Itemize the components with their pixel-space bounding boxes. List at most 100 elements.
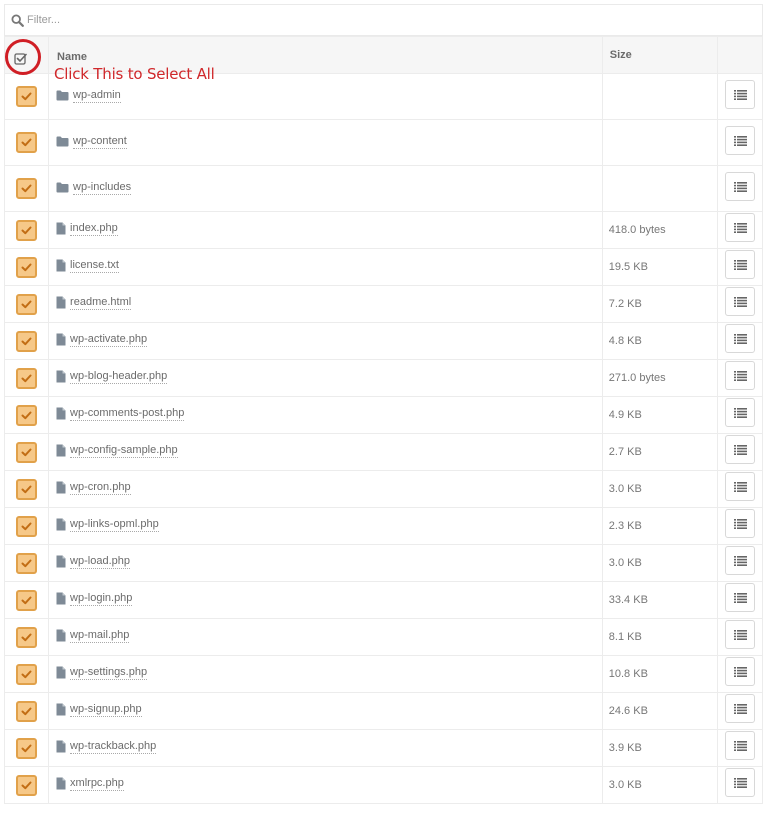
- row-actions-button[interactable]: [724, 657, 755, 686]
- file-icon: [56, 592, 66, 605]
- table-row[interactable]: wp-signup.php 24.6 KB: [3, 692, 764, 730]
- list-icon: [733, 704, 747, 714]
- file-link[interactable]: license.txt: [70, 259, 119, 273]
- row-checkbox[interactable]: [16, 219, 38, 241]
- actions-cell: [716, 73, 764, 120]
- row-checkbox[interactable]: [16, 515, 38, 537]
- row-actions-button[interactable]: [724, 509, 755, 538]
- name-cell: wp-mail.php: [48, 618, 603, 656]
- table-row[interactable]: index.php 418.0 bytes: [3, 211, 764, 249]
- row-actions-button[interactable]: [724, 324, 755, 353]
- row-checkbox[interactable]: [16, 774, 38, 796]
- row-checkbox[interactable]: [16, 589, 38, 611]
- file-link[interactable]: wp-comments-post.php: [70, 407, 185, 421]
- file-icon: [56, 777, 66, 790]
- row-actions-button[interactable]: [724, 694, 755, 723]
- file-link[interactable]: wp-signup.php: [70, 703, 142, 717]
- file-link[interactable]: index.php: [70, 222, 118, 236]
- row-actions-button[interactable]: [724, 213, 755, 242]
- table-row[interactable]: wp-content: [3, 119, 764, 166]
- table-row[interactable]: wp-config-sample.php 2.7 KB: [3, 433, 764, 471]
- file-link[interactable]: wp-login.php: [70, 592, 133, 606]
- row-checkbox[interactable]: [16, 86, 38, 107]
- row-checkbox[interactable]: [16, 700, 38, 722]
- row-actions-button[interactable]: [724, 620, 755, 649]
- row-actions-button[interactable]: [724, 125, 755, 155]
- file-link[interactable]: wp-links-opml.php: [70, 518, 159, 532]
- file-link[interactable]: xmlrpc.php: [70, 777, 124, 791]
- table-row[interactable]: wp-activate.php 4.8 KB: [3, 322, 764, 360]
- row-checkbox[interactable]: [16, 552, 38, 574]
- name-cell: wp-cron.php: [48, 470, 603, 508]
- row-checkbox[interactable]: [16, 367, 38, 389]
- actions-cell: [716, 544, 764, 582]
- actions-cell: [716, 692, 764, 730]
- file-link[interactable]: wp-mail.php: [70, 629, 130, 643]
- table-row[interactable]: wp-comments-post.php 4.9 KB: [3, 396, 764, 434]
- table-row[interactable]: wp-login.php 33.4 KB: [3, 581, 764, 619]
- table-row[interactable]: wp-cron.php 3.0 KB: [3, 470, 764, 508]
- row-checkbox[interactable]: [16, 178, 38, 199]
- row-actions-button[interactable]: [724, 583, 755, 612]
- file-link[interactable]: wp-activate.php: [70, 333, 148, 347]
- list-icon: [733, 223, 747, 233]
- row-actions-button[interactable]: [724, 250, 755, 279]
- file-link[interactable]: wp-trackback.php: [70, 740, 157, 754]
- size-cell: 10.8 KB: [601, 655, 718, 693]
- table-row[interactable]: wp-trackback.php 3.9 KB: [3, 729, 764, 767]
- file-link[interactable]: wp-load.php: [70, 555, 130, 569]
- row-checkbox[interactable]: [16, 404, 38, 426]
- filter-input[interactable]: [27, 14, 727, 26]
- row-actions-button[interactable]: [724, 361, 755, 390]
- row-actions-button[interactable]: [724, 435, 755, 464]
- row-actions-button[interactable]: [724, 768, 755, 797]
- row-actions-button[interactable]: [724, 171, 755, 201]
- name-cell: wp-links-opml.php: [48, 507, 603, 545]
- table-row[interactable]: wp-load.php 3.0 KB: [3, 544, 764, 582]
- table-row[interactable]: xmlrpc.php 3.0 KB: [3, 766, 764, 804]
- size-cell: [601, 119, 718, 166]
- check-square-icon: [14, 53, 27, 65]
- folder-link[interactable]: wp-content: [73, 135, 127, 149]
- folder-link[interactable]: wp-admin: [73, 89, 121, 103]
- folder-link[interactable]: wp-includes: [73, 181, 132, 195]
- row-checkbox[interactable]: [16, 663, 38, 685]
- table-row[interactable]: wp-blog-header.php 271.0 bytes: [3, 359, 764, 397]
- row-actions-button[interactable]: [724, 731, 755, 760]
- row-checkbox[interactable]: [16, 256, 38, 278]
- row-checkbox[interactable]: [16, 626, 38, 648]
- file-link[interactable]: wp-cron.php: [70, 481, 131, 495]
- row-checkbox[interactable]: [16, 478, 38, 500]
- size-cell: 2.7 KB: [601, 433, 718, 471]
- row-checkbox[interactable]: [16, 441, 38, 463]
- name-cell: readme.html: [48, 285, 603, 323]
- row-checkbox[interactable]: [16, 737, 38, 759]
- row-checkbox[interactable]: [16, 132, 38, 153]
- table-row[interactable]: wp-mail.php 8.1 KB: [3, 618, 764, 656]
- row-actions-button[interactable]: [724, 287, 755, 316]
- list-icon: [733, 371, 747, 381]
- row-actions-button[interactable]: [724, 398, 755, 427]
- table-row[interactable]: readme.html 7.2 KB: [3, 285, 764, 323]
- row-checkbox[interactable]: [16, 293, 38, 315]
- row-checkbox-cell: [3, 322, 50, 360]
- table-row[interactable]: wp-links-opml.php 2.3 KB: [3, 507, 764, 545]
- table-row[interactable]: wp-settings.php 10.8 KB: [3, 655, 764, 693]
- list-icon: [733, 445, 747, 455]
- row-checkbox[interactable]: [16, 330, 38, 352]
- size-cell: 4.8 KB: [601, 322, 718, 360]
- row-actions-button[interactable]: [724, 472, 755, 501]
- row-actions-button[interactable]: [724, 79, 755, 109]
- file-link[interactable]: wp-config-sample.php: [70, 444, 178, 458]
- row-checkbox-cell: [3, 470, 50, 508]
- file-link[interactable]: wp-blog-header.php: [70, 370, 168, 384]
- table-row[interactable]: license.txt 19.5 KB: [3, 248, 764, 286]
- file-link[interactable]: wp-settings.php: [70, 666, 148, 680]
- check-icon: [21, 596, 32, 604]
- select-all-checkbox[interactable]: [4, 40, 48, 77]
- name-cell: xmlrpc.php: [48, 766, 603, 804]
- table-row[interactable]: wp-includes: [3, 165, 764, 212]
- row-actions-button[interactable]: [724, 546, 755, 575]
- file-link[interactable]: readme.html: [70, 296, 132, 310]
- size-column-header[interactable]: Size: [601, 36, 718, 74]
